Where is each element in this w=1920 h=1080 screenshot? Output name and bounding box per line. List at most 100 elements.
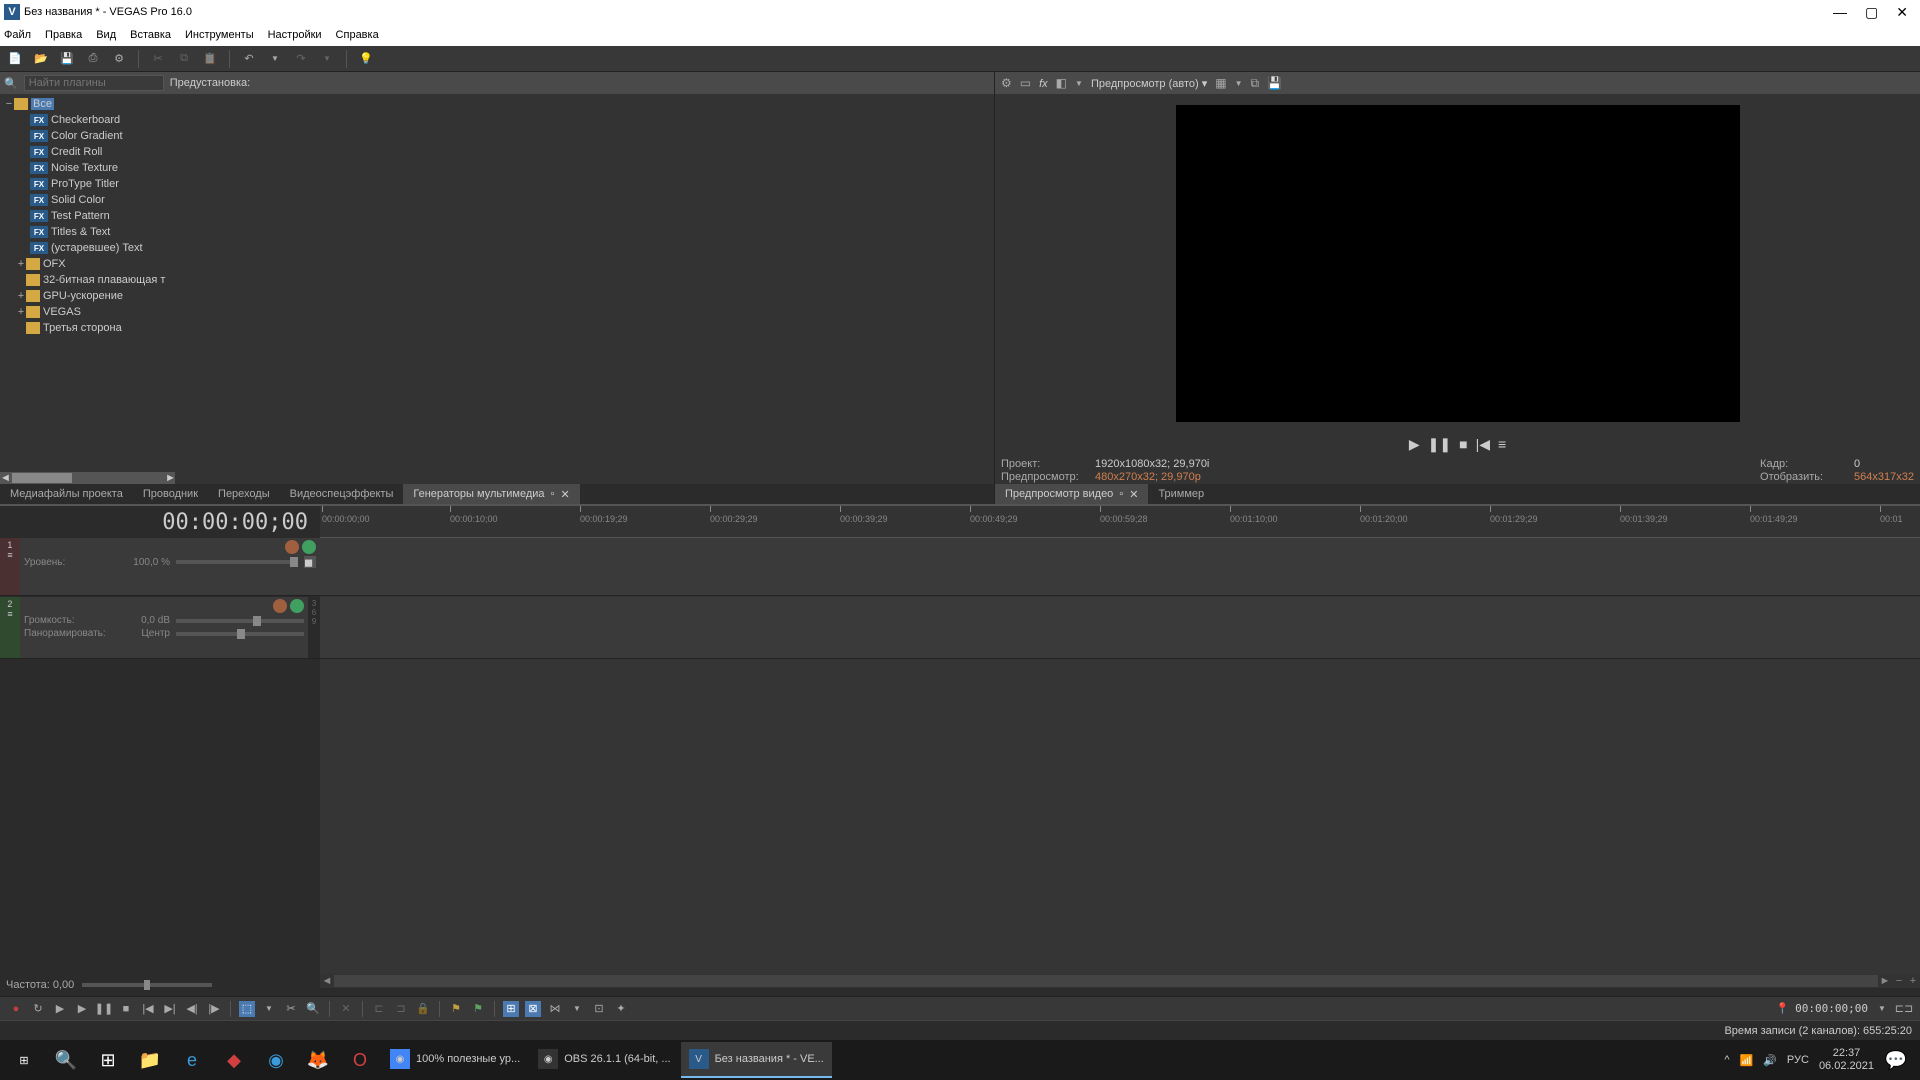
- menu-tools[interactable]: Инструменты: [185, 29, 254, 41]
- maximize-button[interactable]: ▢: [1865, 4, 1878, 21]
- level-slider[interactable]: [176, 560, 298, 564]
- fx-item[interactable]: ProType Titler: [51, 178, 119, 190]
- fx-item[interactable]: Test Pattern: [51, 210, 110, 222]
- next-frame-button[interactable]: |▶: [206, 1001, 222, 1017]
- tc-dropdown[interactable]: ▼: [1874, 1001, 1890, 1017]
- marker-button[interactable]: ⚑: [448, 1001, 464, 1017]
- trim-start-button[interactable]: ⊏: [371, 1001, 387, 1017]
- tree-scrollbar[interactable]: ◄►: [0, 472, 175, 484]
- notifications-icon[interactable]: 💬: [1876, 1042, 1916, 1078]
- crossfade-dropdown[interactable]: ▼: [569, 1001, 585, 1017]
- fx-item[interactable]: Noise Texture: [51, 162, 118, 174]
- bypass-fx-icon[interactable]: [273, 599, 287, 613]
- minimize-button[interactable]: —: [1833, 4, 1847, 21]
- tab-trimmer[interactable]: Триммер: [1148, 484, 1214, 504]
- tree-folder[interactable]: VEGAS: [43, 306, 81, 318]
- record-button[interactable]: ●: [8, 1001, 24, 1017]
- copy-button[interactable]: ⧉: [175, 50, 193, 68]
- preview-settings-icon[interactable]: ⚙: [1001, 76, 1012, 90]
- pause-button[interactable]: ❚❚: [1428, 436, 1451, 453]
- normal-edit-tool[interactable]: ⬚: [239, 1001, 255, 1017]
- taskbar-app-chrome[interactable]: ◉100% полезные ур...: [382, 1042, 528, 1078]
- menu-file[interactable]: Файл: [4, 29, 31, 41]
- ignore-grouping-button[interactable]: ⊡: [591, 1001, 607, 1017]
- ie-icon[interactable]: e: [172, 1042, 212, 1078]
- taskbar-clock[interactable]: 22:37 06.02.2021: [1819, 1047, 1874, 1073]
- timeline-scrollbar[interactable]: ◄► − +: [320, 974, 1920, 988]
- start-button[interactable]: ⊞: [4, 1042, 44, 1078]
- app-icon[interactable]: ◆: [214, 1042, 254, 1078]
- menu-help[interactable]: Справка: [336, 29, 379, 41]
- menu-settings[interactable]: Настройки: [268, 29, 322, 41]
- selection-tool[interactable]: ✂: [283, 1001, 299, 1017]
- close-tab-icon[interactable]: ✕: [1129, 488, 1138, 501]
- tab-video-fx[interactable]: Видеоспецэффекты: [280, 484, 404, 504]
- zoom-out-icon[interactable]: −: [1892, 975, 1906, 987]
- tree-root[interactable]: Все: [31, 98, 54, 110]
- fx-item[interactable]: Solid Color: [51, 194, 105, 206]
- menu-edit[interactable]: Правка: [45, 29, 82, 41]
- go-start-button[interactable]: |◀: [140, 1001, 156, 1017]
- cut-button[interactable]: ✂: [149, 50, 167, 68]
- loop-button[interactable]: ↻: [30, 1001, 46, 1017]
- volume-icon[interactable]: 🔊: [1763, 1054, 1777, 1067]
- external-monitor-icon[interactable]: ▭: [1020, 76, 1031, 90]
- play-button[interactable]: ▶: [1409, 436, 1420, 453]
- taskbar-app-vegas[interactable]: VБез названия * - VE...: [681, 1042, 832, 1078]
- paste-button[interactable]: 📋: [201, 50, 219, 68]
- tab-video-preview[interactable]: Предпросмотр видео▫✕: [995, 484, 1148, 504]
- prev-frame-button[interactable]: ◀|: [184, 1001, 200, 1017]
- whats-this-button[interactable]: 💡: [357, 50, 375, 68]
- stop-button[interactable]: ■: [118, 1001, 134, 1017]
- opera-icon[interactable]: O: [340, 1042, 380, 1078]
- undo-dropdown[interactable]: ▼: [266, 50, 284, 68]
- video-fx-icon[interactable]: fx: [1039, 76, 1048, 90]
- taskbar-app-obs[interactable]: ◉OBS 26.1.1 (64-bit, ...: [530, 1042, 678, 1078]
- overlays-icon[interactable]: ▦: [1215, 76, 1226, 90]
- undock-icon[interactable]: ▫: [551, 488, 555, 500]
- play-button[interactable]: ▶: [74, 1001, 90, 1017]
- region-button[interactable]: ⚑: [470, 1001, 486, 1017]
- fx-item[interactable]: Color Gradient: [51, 130, 123, 142]
- volume-slider[interactable]: [176, 619, 304, 623]
- tab-media-generators[interactable]: Генераторы мультимедиа▫✕: [403, 484, 579, 504]
- stop-button[interactable]: ■: [1459, 436, 1467, 452]
- timeline-ruler[interactable]: 00:00:00;00 00:00:10;00 00:00:19;29 00:0…: [320, 506, 1920, 538]
- audio-track-lane[interactable]: [320, 597, 1920, 659]
- preview-quality-dropdown[interactable]: Предпросмотр (авто) ▾: [1091, 77, 1207, 90]
- save-button[interactable]: 💾: [58, 50, 76, 68]
- save-snapshot-icon[interactable]: 💾: [1267, 76, 1282, 90]
- plugin-search-input[interactable]: [24, 75, 164, 91]
- menu-insert[interactable]: Вставка: [130, 29, 171, 41]
- firefox-icon[interactable]: 🦊: [298, 1042, 338, 1078]
- tree-folder[interactable]: GPU-ускорение: [43, 290, 123, 302]
- tray-chevron-icon[interactable]: ^: [1724, 1054, 1729, 1066]
- auto-crossfade-button[interactable]: ⋈: [547, 1001, 563, 1017]
- fx-tree[interactable]: −Все FXCheckerboard FXColor Gradient FXC…: [0, 94, 175, 472]
- split-dropdown[interactable]: ▼: [1075, 79, 1083, 88]
- new-project-button[interactable]: 📄: [6, 50, 24, 68]
- mute-button[interactable]: ◼: [304, 556, 316, 568]
- fx-item[interactable]: (устаревшее) Text: [51, 242, 143, 254]
- undock-icon[interactable]: ▫: [1119, 488, 1123, 500]
- properties-button[interactable]: ⚙: [110, 50, 128, 68]
- end-timecode[interactable]: 00:00:00;00: [1795, 1002, 1868, 1015]
- zoom-tool[interactable]: 🔍: [305, 1001, 321, 1017]
- lock-button[interactable]: 🔒: [415, 1001, 431, 1017]
- undo-button[interactable]: ↶: [240, 50, 258, 68]
- tree-folder[interactable]: 32-битная плавающая т: [43, 274, 165, 286]
- task-view-icon[interactable]: ⊞: [88, 1042, 128, 1078]
- fx-item[interactable]: Checkerboard: [51, 114, 120, 126]
- pause-button[interactable]: ❚❚: [96, 1001, 112, 1017]
- search-icon[interactable]: 🔍: [46, 1042, 86, 1078]
- file-explorer-icon[interactable]: 📁: [130, 1042, 170, 1078]
- tool-dropdown[interactable]: ▼: [261, 1001, 277, 1017]
- tree-folder[interactable]: Третья сторона: [43, 322, 122, 334]
- fx-item[interactable]: Titles & Text: [51, 226, 110, 238]
- play-start-button[interactable]: ▶: [52, 1001, 68, 1017]
- rate-slider[interactable]: [82, 983, 212, 987]
- redo-dropdown[interactable]: ▼: [318, 50, 336, 68]
- system-tray[interactable]: ^ 📶 🔊 РУС: [1724, 1054, 1817, 1067]
- network-icon[interactable]: 📶: [1740, 1054, 1754, 1067]
- tab-project-media[interactable]: Медиафайлы проекта: [0, 484, 133, 504]
